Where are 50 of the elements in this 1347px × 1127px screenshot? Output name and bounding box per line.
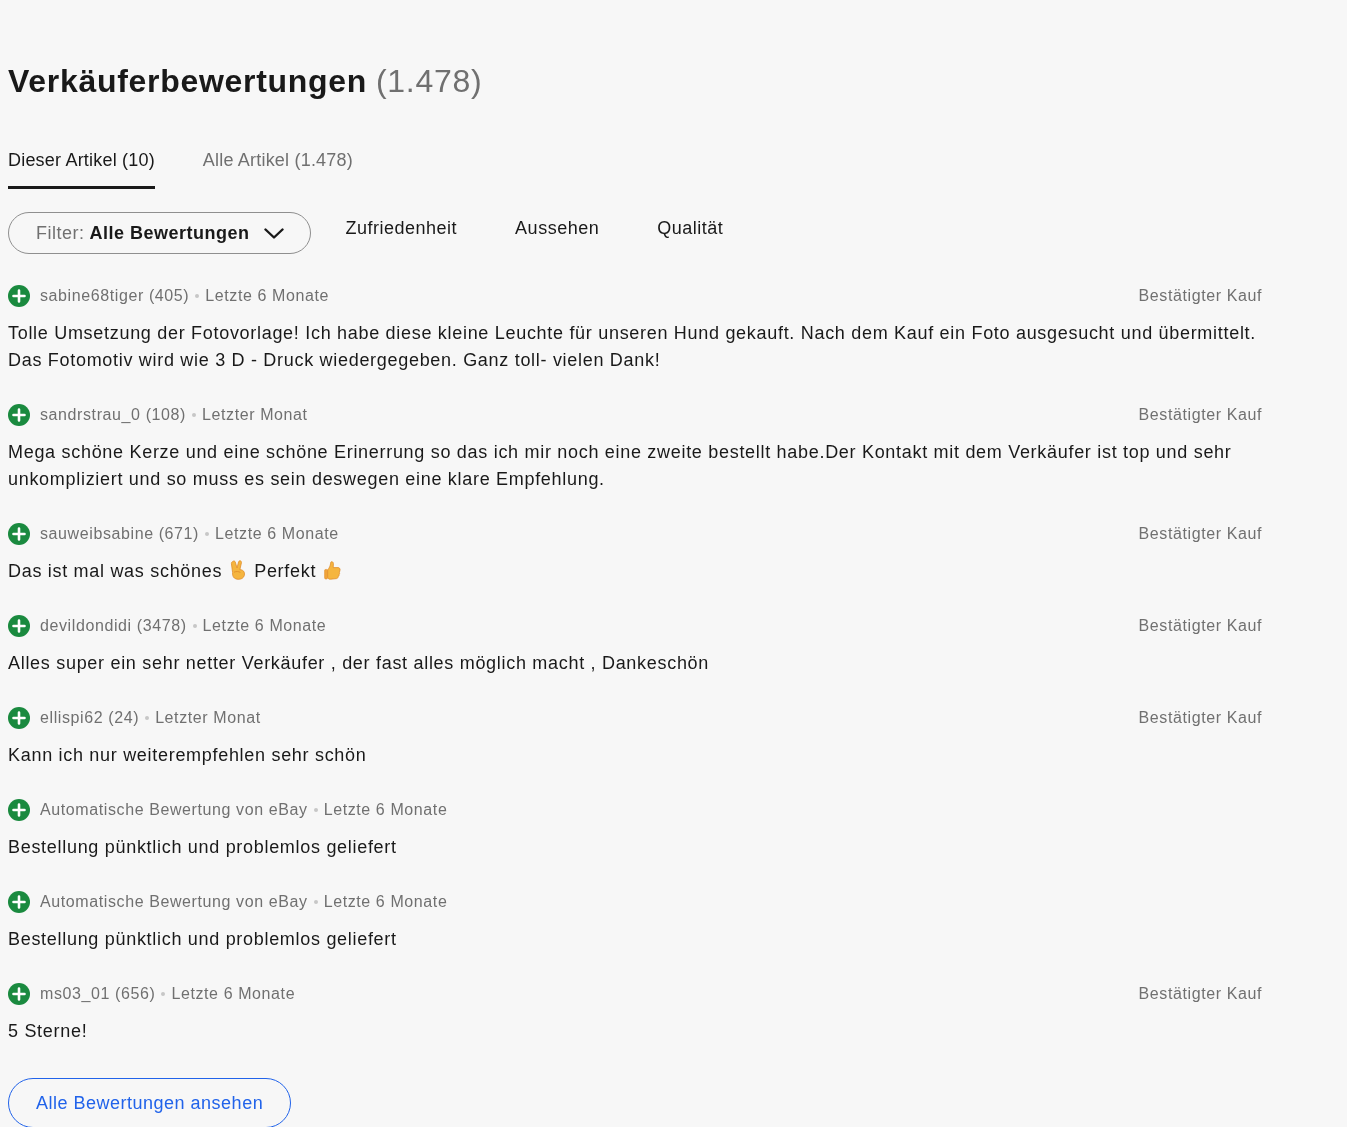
review-period: Letzte 6 Monate bbox=[202, 617, 327, 635]
page-title: Verkäuferbewertungen bbox=[8, 62, 367, 101]
separator-dot-icon bbox=[313, 808, 318, 812]
reviewer-name: sabine68tiger (405) bbox=[40, 287, 190, 305]
review-text: Perfekt bbox=[254, 561, 317, 581]
verified-purchase-label: Bestätigter Kauf bbox=[1138, 406, 1262, 424]
separator-dot-icon bbox=[195, 294, 200, 298]
filter-chip[interactable]: Aussehen bbox=[498, 212, 617, 242]
review-text: Bestellung pünktlich und problemlos geliefert bbox=[8, 929, 397, 949]
verified-purchase-label: Bestätigter Kauf bbox=[1138, 287, 1262, 305]
tab[interactable]: Alle Artikel (1.478) bbox=[202, 148, 353, 189]
review-period: Letzter Monat bbox=[155, 709, 261, 727]
filter-chip[interactable]: Zufriedenheit bbox=[328, 212, 475, 242]
reviewer-name: sauweibsabine (671) bbox=[40, 525, 200, 543]
reviewer-name: ellispi62 (24) bbox=[40, 709, 140, 727]
review-period: Letzte 6 Monate bbox=[171, 985, 296, 1003]
review-period: Letzte 6 Monate bbox=[215, 525, 339, 543]
review-period: Letzte 6 Monate bbox=[323, 893, 448, 911]
review-period: Letzter Monat bbox=[202, 406, 308, 424]
separator-dot-icon bbox=[205, 532, 210, 536]
verified-purchase-label: Bestätigter Kauf bbox=[1138, 525, 1262, 543]
separator-dot-icon bbox=[313, 900, 318, 904]
review-period: Letzte 6 Monate bbox=[323, 801, 448, 819]
separator-dot-icon bbox=[192, 413, 196, 417]
victory-hand-icon bbox=[230, 560, 247, 580]
verified-purchase-label: Bestätigter Kauf bbox=[1138, 985, 1262, 1003]
tab[interactable]: Dieser Artikel (10) bbox=[8, 148, 155, 189]
reviewer-name: ms03_01 (656) bbox=[40, 985, 156, 1003]
review-text: Kann ich nur weiterempfehlen sehr schön bbox=[8, 745, 367, 765]
reviewer-name: Automatische Bewertung von eBay bbox=[40, 893, 308, 911]
verified-purchase-label: Bestätigter Kauf bbox=[1138, 617, 1262, 635]
review-period: Letzte 6 Monate bbox=[205, 287, 330, 305]
thumbs-up-icon bbox=[324, 561, 342, 580]
review-count: (1.478) bbox=[376, 62, 483, 101]
review-text: Alles super ein sehr netter Verkäufer , der fast alles möglich macht , Dankeschön bbox=[8, 653, 710, 673]
reviewer-name: sandrstrau_0 (108) bbox=[40, 406, 186, 424]
verified-purchase-label: Bestätigter Kauf bbox=[1138, 709, 1262, 727]
separator-dot-icon bbox=[192, 624, 197, 628]
separator-dot-icon bbox=[145, 716, 150, 720]
caret-icon bbox=[263, 227, 284, 239]
separator-dot-icon bbox=[161, 992, 166, 996]
review-text: Bestellung pünktlich und problemlos geliefert bbox=[8, 837, 397, 857]
reviewer-name: devildondidi (3478) bbox=[40, 617, 187, 635]
review-text: Tolle Umsetzung der Fotovorlage! Ich habe diese kleine Leuchte für unseren Hund gekauft. Nach dem Kauf ein Foto ausgesucht und übermittelt. Das Fotomotiv wird wie 3 D - Druck wiedergegeben. Ganz toll- vielen Dank! bbox=[8, 323, 1256, 370]
review-text: Das ist mal was schönes bbox=[8, 561, 223, 581]
review-text: 5 Sterne! bbox=[8, 1021, 88, 1041]
show-all-reviews-button[interactable]: Alle Bewertungen ansehen bbox=[8, 1078, 292, 1127]
review-text: Mega schöne Kerze und eine schöne Erinerrung so das ich mir noch eine zweite bestellt habe.Der Kontakt mit dem Verkäufer ist top und sehr unkompliziert und so muss es sein deswegen eine klare Empfehlung. bbox=[8, 442, 1232, 489]
filter-chip[interactable]: Qualität bbox=[640, 212, 741, 242]
reviewer-name: Automatische Bewertung von eBay bbox=[40, 801, 308, 819]
